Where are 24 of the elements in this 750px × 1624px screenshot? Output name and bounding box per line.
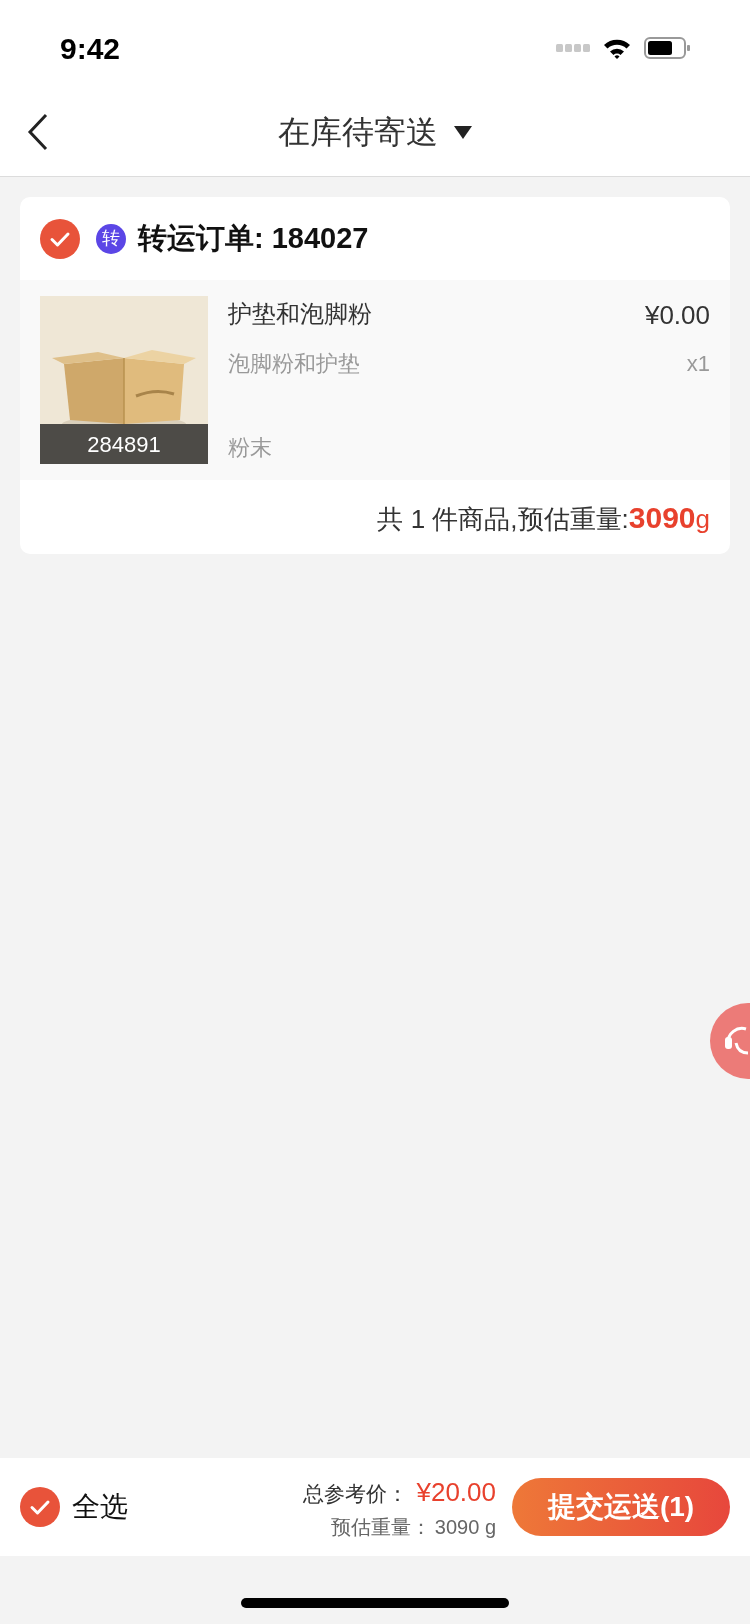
wifi-icon (602, 37, 632, 59)
checkbox-checked-icon[interactable] (20, 1487, 60, 1527)
item-name: 护垫和泡脚粉 (228, 299, 372, 329)
transfer-badge: 转 (96, 223, 126, 254)
dropdown-icon[interactable] (454, 125, 472, 139)
select-all-checkbox[interactable]: 全选 (20, 1486, 128, 1528)
item-quantity: x1 (686, 350, 710, 378)
order-title: 转运订单: 184027 (138, 220, 369, 256)
total-label: 总参考价： (303, 1480, 409, 1507)
item-spec: 粉末 (228, 434, 273, 462)
total-price: ¥20.00 (416, 1475, 496, 1509)
item-row[interactable]: 284891 护垫和泡脚粉 ¥0.00 泡脚粉和护垫 x1 粉末 (20, 280, 730, 480)
nav-title[interactable]: 在库待寄送 (278, 108, 438, 156)
checkbox-checked-icon[interactable] (40, 218, 80, 259)
back-icon[interactable] (27, 113, 49, 151)
order-summary: 共 1 件商品,预估重量:3090g (377, 499, 710, 536)
package-code: 284891 (40, 424, 208, 464)
item-price: ¥0.00 (644, 299, 710, 332)
total-weight: 3090 g (434, 1514, 496, 1540)
battery-icon (644, 37, 690, 59)
weight-label: 预估重量： (330, 1514, 431, 1540)
item-description: 泡脚粉和护垫 (228, 350, 360, 378)
signal-icon (556, 44, 590, 52)
status-time: 9:42 (60, 30, 121, 67)
